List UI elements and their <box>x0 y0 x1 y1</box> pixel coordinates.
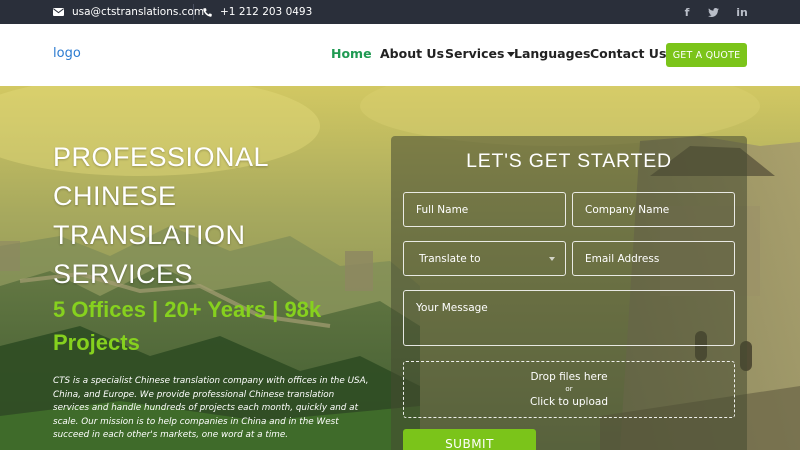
hero-stats: 5 Offices | 20+ Years | 98k Projects <box>53 293 373 359</box>
facebook-glyph: f <box>684 5 690 19</box>
envelope-icon <box>53 8 64 16</box>
email-contact[interactable]: usa@ctstranslations.com <box>53 0 204 24</box>
quote-form: LET'S GET STARTED Full Name Company Name… <box>391 136 747 450</box>
twitter-icon[interactable] <box>706 0 720 24</box>
linkedin-icon[interactable]: in <box>735 0 749 24</box>
hero-title-line: PROFESSIONAL <box>53 142 270 172</box>
twitter-bird-icon <box>707 7 719 17</box>
email-text[interactable]: usa@ctstranslations.com <box>72 6 204 18</box>
nav-services-label: Services <box>445 46 505 61</box>
top-bar: usa@ctstranslations.com +1 212 203 0493 … <box>0 0 800 24</box>
submit-button[interactable]: SUBMIT <box>403 429 536 450</box>
message-placeholder: Your Message <box>416 302 488 314</box>
main-navigation: logo Home About Us Services Languages Co… <box>0 24 800 86</box>
translate-to-select[interactable]: Translate to <box>403 241 566 276</box>
file-upload-dropzone[interactable]: Drop files here or Click to upload <box>403 361 735 418</box>
facebook-icon[interactable]: f <box>680 0 694 24</box>
phone-text[interactable]: +1 212 203 0493 <box>220 6 312 18</box>
message-textarea[interactable]: Your Message <box>403 290 735 346</box>
company-name-placeholder: Company Name <box>585 203 670 216</box>
hero-title-line: SERVICES <box>53 259 194 289</box>
logo[interactable]: logo <box>53 46 81 61</box>
phone-contact[interactable]: +1 212 203 0493 <box>203 0 312 24</box>
full-name-input[interactable]: Full Name <box>403 192 566 227</box>
or-text: or <box>565 385 573 393</box>
hero-title-line: CHINESE <box>53 181 177 211</box>
translate-to-label: Translate to <box>419 252 481 265</box>
nav-contact-us[interactable]: Contact Us <box>590 46 666 61</box>
hero-title: PROFESSIONAL CHINESE TRANSLATION SERVICE… <box>53 138 383 294</box>
dropdown-arrow-icon <box>549 257 555 261</box>
hero-stats-line: Projects <box>53 330 140 355</box>
nav-languages[interactable]: Languages <box>514 46 590 61</box>
drop-files-text: Drop files here <box>530 371 608 383</box>
nav-home[interactable]: Home <box>331 46 372 61</box>
hero-title-line: TRANSLATION <box>53 220 246 250</box>
full-name-placeholder: Full Name <box>416 203 469 216</box>
email-address-placeholder: Email Address <box>585 252 660 265</box>
phone-icon <box>203 7 212 17</box>
nav-services[interactable]: Services <box>445 46 516 61</box>
divider <box>193 4 194 20</box>
form-title: LET'S GET STARTED <box>466 150 672 172</box>
linkedin-glyph: in <box>736 5 748 19</box>
email-address-input[interactable]: Email Address <box>572 241 735 276</box>
hero-stats-line: 5 Offices | 20+ Years | 98k <box>53 297 322 322</box>
company-name-input[interactable]: Company Name <box>572 192 735 227</box>
get-a-quote-button[interactable]: GET A QUOTE <box>666 43 747 67</box>
hero-description: CTS is a specialist Chinese translation … <box>53 376 369 440</box>
click-to-upload-text: Click to upload <box>530 396 608 408</box>
hero-section: PROFESSIONAL CHINESE TRANSLATION SERVICE… <box>0 86 800 450</box>
nav-about-us[interactable]: About Us <box>380 46 444 61</box>
